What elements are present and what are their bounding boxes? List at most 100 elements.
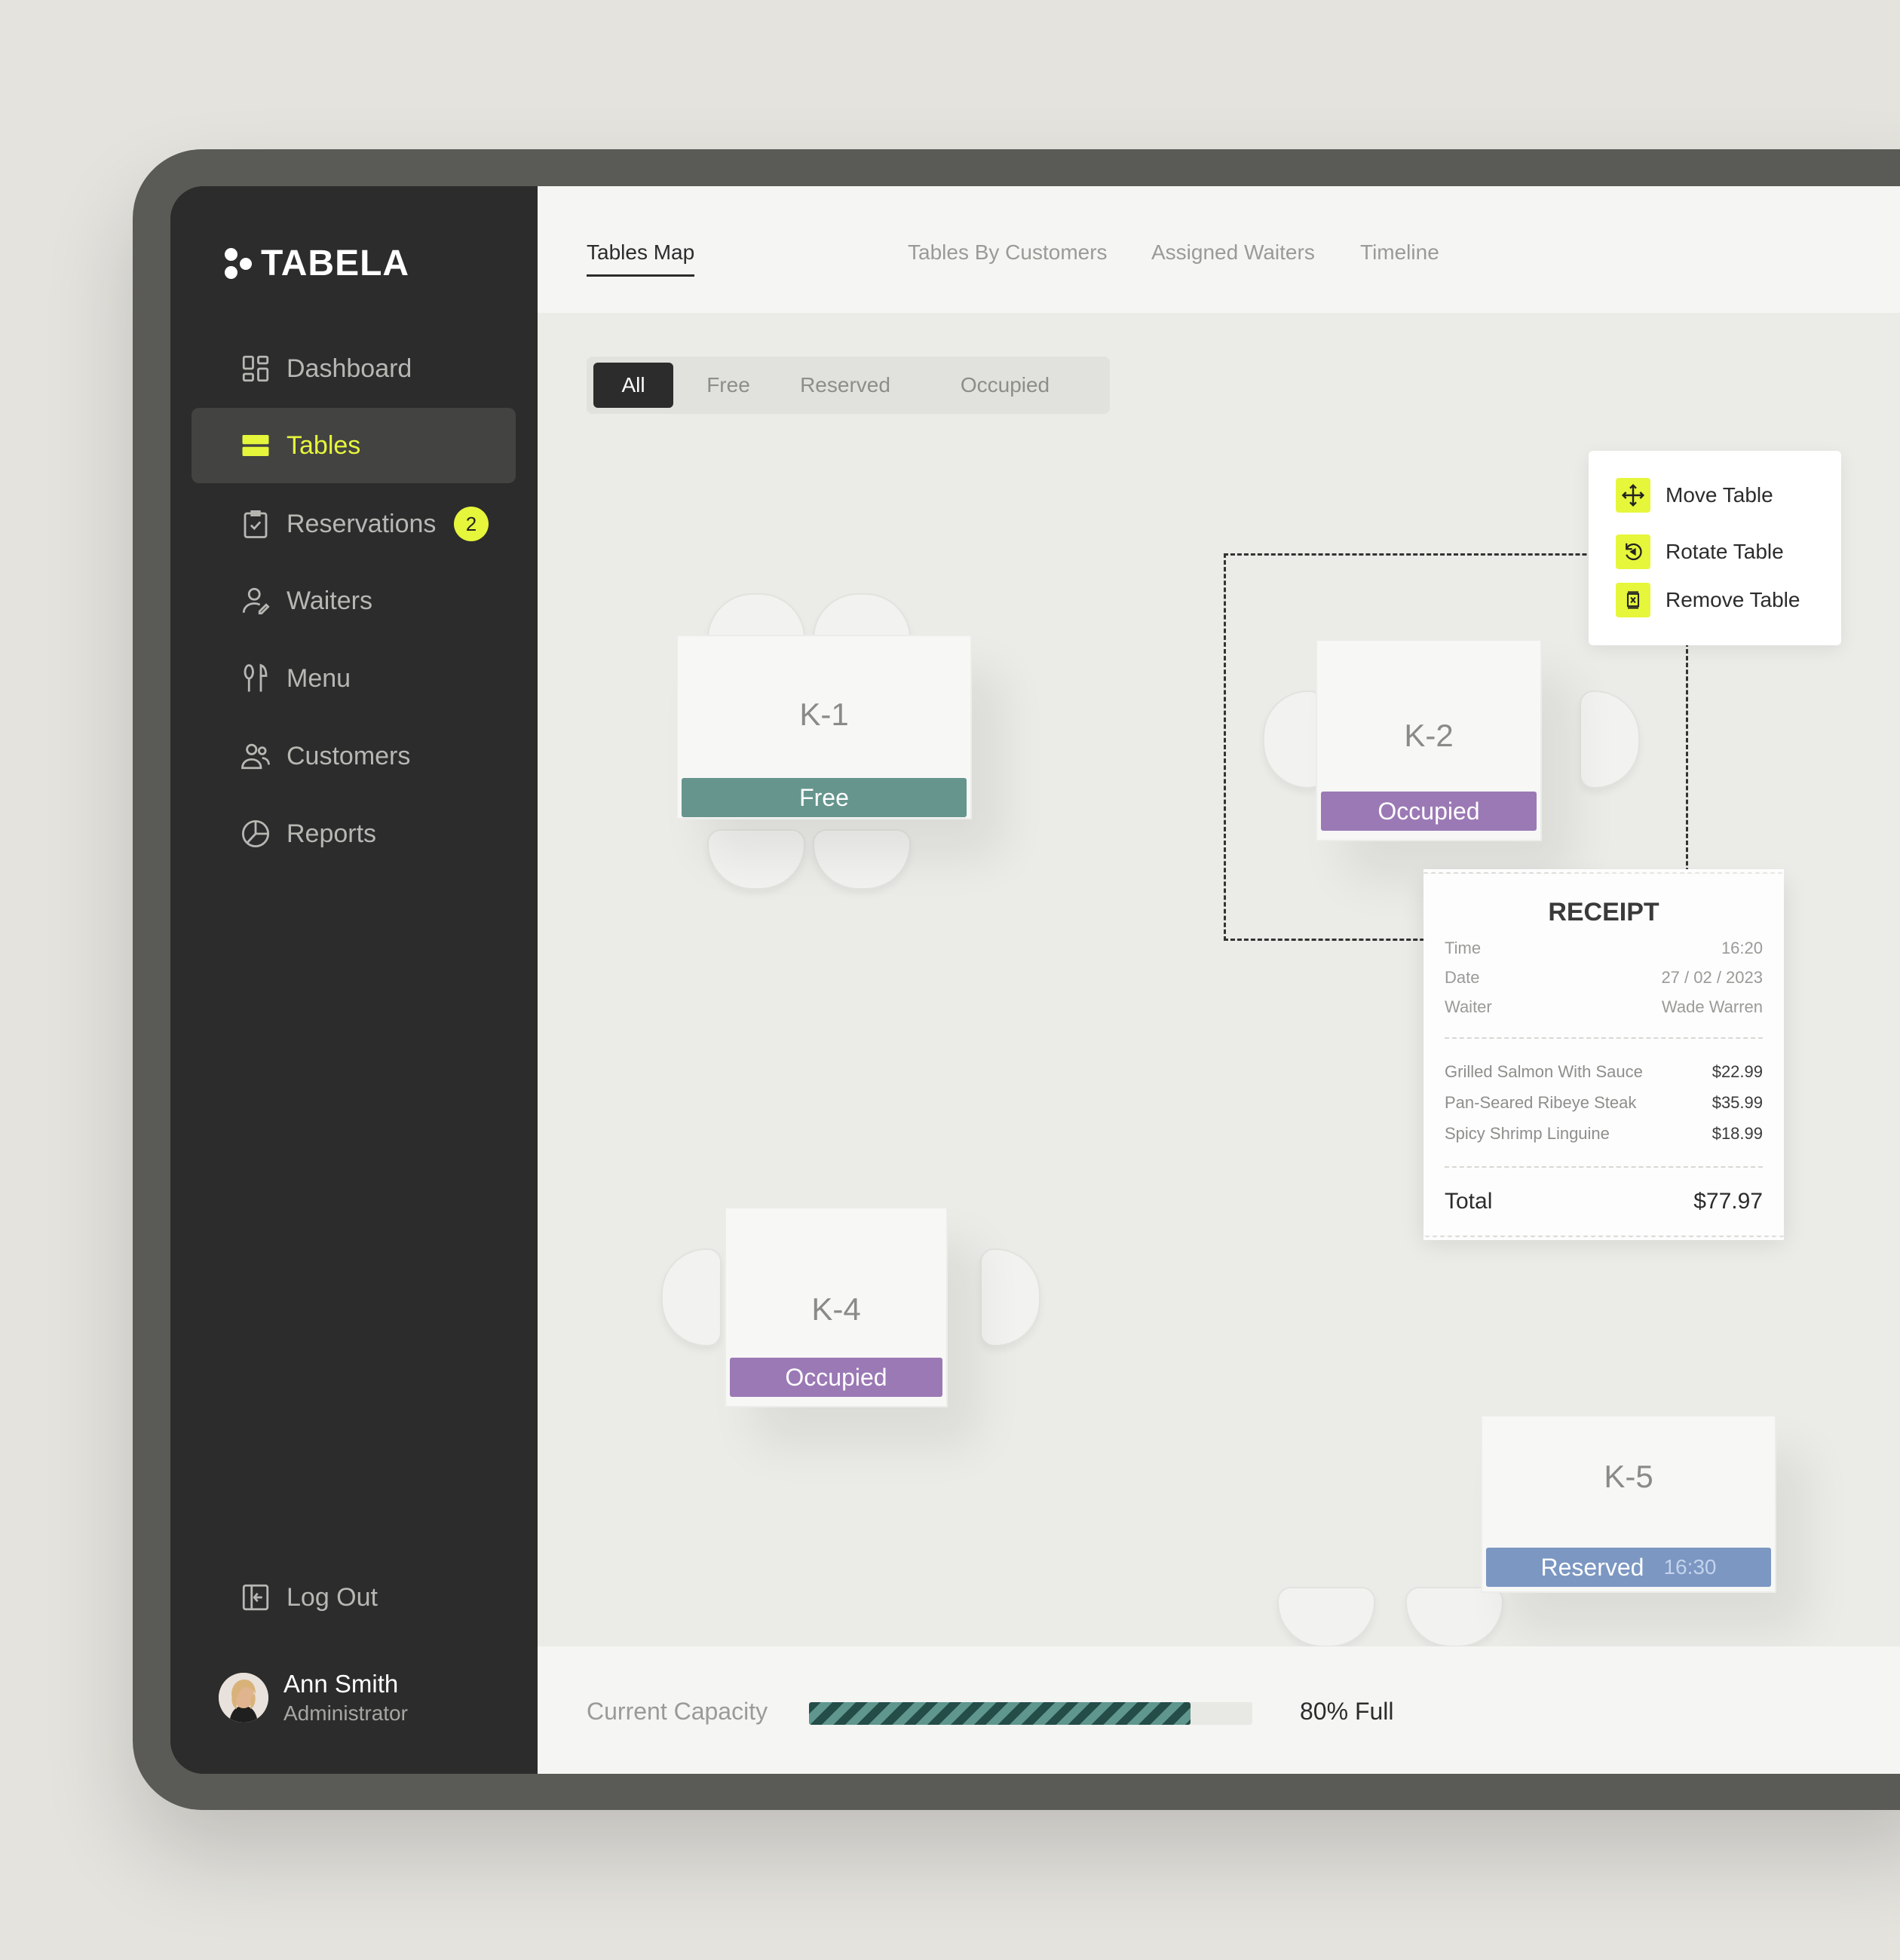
item-name: Spicy Shrimp Linguine bbox=[1445, 1124, 1610, 1143]
capacity-bar: Current Capacity 80% Full bbox=[538, 1646, 1900, 1774]
status-badge: Free bbox=[682, 778, 967, 817]
sidebar-item-label: Tables bbox=[287, 430, 361, 460]
chair bbox=[980, 1248, 1040, 1346]
table-name: K-5 bbox=[1604, 1459, 1653, 1494]
sidebar-item-label: Reports bbox=[287, 819, 377, 848]
table-name: K-4 bbox=[811, 1291, 861, 1327]
receipt-popup: RECEIPT Time 16:20 Date 27 / 02 / 2023 Wai… bbox=[1423, 874, 1784, 1240]
filter-free[interactable]: Free bbox=[687, 363, 770, 408]
filter-all[interactable]: All bbox=[593, 363, 673, 408]
item-name: Pan-Seared Ribeye Steak bbox=[1445, 1093, 1637, 1112]
table-name: K-1 bbox=[799, 697, 849, 732]
tab-timeline[interactable]: Timeline bbox=[1360, 240, 1439, 265]
tab-tables-map[interactable]: Tables Map bbox=[587, 240, 695, 277]
chair bbox=[813, 829, 911, 890]
table-context-menu: Move Table Rotate Table Remove Table bbox=[1589, 451, 1841, 645]
time-value: 16:20 bbox=[1721, 939, 1763, 957]
total-label: Total bbox=[1445, 1189, 1493, 1214]
table-k5-top[interactable]: K-5 Reserved 16:30 bbox=[1481, 1415, 1776, 1593]
move-table-item[interactable]: Move Table bbox=[1616, 478, 1773, 513]
customers-icon bbox=[241, 743, 270, 770]
table-top: K-1 Free bbox=[676, 635, 972, 819]
tab-assigned-waiters[interactable]: Assigned Waiters bbox=[1151, 240, 1315, 265]
chair bbox=[1405, 1587, 1503, 1647]
receipt-time-row: Time 16:20 bbox=[1445, 939, 1763, 958]
status-badge: Occupied bbox=[730, 1358, 942, 1397]
pie-chart-icon bbox=[241, 819, 270, 848]
rotate-icon bbox=[1616, 534, 1650, 569]
utensils-icon bbox=[244, 663, 268, 692]
receipt-item: Pan-Seared Ribeye Steak $35.99 bbox=[1445, 1093, 1763, 1113]
logout-button[interactable]: Log Out bbox=[192, 1560, 516, 1635]
time-label: Time bbox=[1445, 939, 1482, 957]
chair bbox=[707, 829, 805, 890]
remove-icon bbox=[1616, 583, 1650, 617]
waiter-value: Wade Warren bbox=[1661, 997, 1763, 1016]
receipt-item: Grilled Salmon With Sauce $22.99 bbox=[1445, 1062, 1763, 1082]
table-k4[interactable]: K-4 Occupied bbox=[661, 1207, 1040, 1456]
top-tabs: Tables Map Tables By Customers Assigned … bbox=[538, 186, 1900, 313]
status-label: Occupied bbox=[785, 1363, 887, 1391]
main-content: Tables Map Tables By Customers Assigned … bbox=[538, 186, 1900, 1774]
remove-table-item[interactable]: Remove Table bbox=[1616, 583, 1800, 617]
receipt-date-row: Date 27 / 02 / 2023 bbox=[1445, 968, 1763, 988]
capacity-label: Current Capacity bbox=[587, 1698, 768, 1725]
logout-icon bbox=[242, 1584, 269, 1611]
reservations-count-badge: 2 bbox=[454, 507, 489, 541]
status-label: Free bbox=[799, 783, 849, 811]
user-name: Ann Smith bbox=[283, 1670, 399, 1698]
item-name: Grilled Salmon With Sauce bbox=[1445, 1062, 1643, 1081]
sidebar-item-tables[interactable]: Tables bbox=[192, 408, 516, 483]
date-label: Date bbox=[1445, 968, 1480, 987]
user-profile[interactable]: Ann Smith Administrator bbox=[219, 1670, 408, 1726]
receipt-total-row: Total $77.97 bbox=[1445, 1189, 1763, 1214]
user-role: Administrator bbox=[283, 1701, 408, 1725]
item-price: $22.99 bbox=[1712, 1062, 1763, 1081]
app-name: TABELA bbox=[261, 243, 410, 283]
sidebar-item-menu[interactable]: Menu bbox=[192, 641, 516, 716]
dashboard-icon bbox=[242, 355, 269, 382]
app-window: TABELA Dashboard Tables Reservations 2 W… bbox=[170, 186, 1900, 1774]
rotate-table-item[interactable]: Rotate Table bbox=[1616, 534, 1784, 569]
avatar bbox=[219, 1673, 268, 1723]
waiter-label: Waiter bbox=[1445, 997, 1492, 1016]
capacity-track bbox=[809, 1702, 1252, 1725]
status-badge: Reserved 16:30 bbox=[1486, 1548, 1771, 1587]
item-price: $18.99 bbox=[1712, 1124, 1763, 1143]
status-label: Reserved bbox=[1540, 1553, 1644, 1581]
item-price: $35.99 bbox=[1712, 1093, 1763, 1112]
filter-occupied[interactable]: Occupied bbox=[948, 363, 1062, 408]
tab-tables-by-customers[interactable]: Tables By Customers bbox=[908, 240, 1108, 265]
table-k1[interactable]: K-1 Free bbox=[676, 593, 1023, 917]
capacity-fill bbox=[809, 1702, 1191, 1725]
date-value: 27 / 02 / 2023 bbox=[1661, 968, 1763, 987]
receipt-divider bbox=[1445, 1166, 1763, 1168]
logout-label: Log Out bbox=[287, 1582, 378, 1612]
table-top: K-4 Occupied bbox=[725, 1207, 948, 1407]
app-logo[interactable]: TABELA bbox=[225, 243, 409, 284]
remove-table-label: Remove Table bbox=[1666, 588, 1800, 611]
sidebar-item-reports[interactable]: Reports bbox=[192, 796, 516, 871]
move-icon bbox=[1616, 478, 1650, 513]
waiter-icon bbox=[242, 587, 270, 615]
sidebar-item-dashboard[interactable]: Dashboard bbox=[192, 331, 516, 406]
clipboard-check-icon bbox=[244, 510, 268, 538]
chair bbox=[661, 1248, 722, 1346]
total-value: $77.97 bbox=[1693, 1189, 1763, 1214]
status-filter: All Free Reserved Occupied bbox=[587, 357, 1110, 414]
receipt-title: RECEIPT bbox=[1548, 898, 1659, 926]
table-k5-spacer bbox=[1480, 1400, 1481, 1401]
sidebar-item-waiters[interactable]: Waiters bbox=[192, 563, 516, 639]
chair bbox=[1277, 1587, 1375, 1647]
receipt-waiter-row: Waiter Wade Warren bbox=[1445, 997, 1763, 1017]
filter-reserved[interactable]: Reserved bbox=[789, 363, 902, 408]
move-table-label: Move Table bbox=[1666, 483, 1773, 507]
tables-icon bbox=[242, 435, 269, 456]
receipt-item: Spicy Shrimp Linguine $18.99 bbox=[1445, 1124, 1763, 1144]
rotate-table-label: Rotate Table bbox=[1666, 540, 1784, 563]
reservation-time: 16:30 bbox=[1663, 1555, 1717, 1579]
sidebar-item-label: Customers bbox=[287, 741, 411, 770]
sidebar-item-customers[interactable]: Customers bbox=[192, 718, 516, 794]
sidebar-item-reservations[interactable]: Reservations 2 bbox=[192, 486, 516, 562]
sidebar-item-label: Waiters bbox=[287, 586, 372, 615]
